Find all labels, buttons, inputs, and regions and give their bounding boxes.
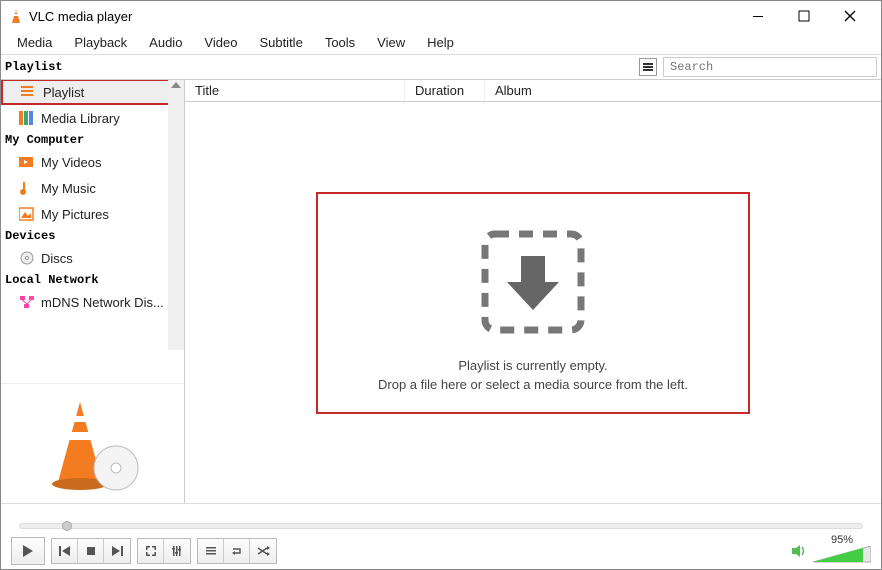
menu-help[interactable]: Help bbox=[419, 33, 462, 52]
column-duration[interactable]: Duration bbox=[405, 80, 485, 101]
sidebar-item-media-library[interactable]: Media Library bbox=[1, 105, 184, 131]
menu-audio[interactable]: Audio bbox=[141, 33, 190, 52]
sidebar-header-playlist: Playlist bbox=[1, 60, 63, 74]
drop-arrow-icon bbox=[475, 224, 591, 340]
loop-button[interactable] bbox=[224, 539, 250, 563]
stop-button[interactable] bbox=[78, 539, 104, 563]
album-art-placeholder bbox=[1, 383, 184, 503]
sidebar-item-label: My Music bbox=[41, 181, 96, 196]
playlist-header-row: Playlist bbox=[1, 55, 881, 80]
sidebar-item-label: Media Library bbox=[41, 111, 120, 126]
sidebar-item-label: My Videos bbox=[41, 155, 101, 170]
volume-slider[interactable] bbox=[813, 546, 871, 568]
sidebar-item-my-videos[interactable]: My Videos bbox=[1, 149, 184, 175]
menu-tools[interactable]: Tools bbox=[317, 33, 363, 52]
disc-icon bbox=[19, 250, 35, 266]
drop-text-1: Playlist is currently empty. bbox=[378, 358, 688, 373]
minimize-button[interactable] bbox=[735, 1, 781, 31]
fullscreen-button[interactable] bbox=[138, 539, 164, 563]
previous-button[interactable] bbox=[52, 539, 78, 563]
playlist-icon bbox=[21, 84, 37, 100]
menu-media[interactable]: Media bbox=[9, 33, 60, 52]
menu-bar: Media Playback Audio Video Subtitle Tool… bbox=[1, 31, 881, 55]
sidebar-section-my-computer: My Computer bbox=[1, 131, 184, 149]
window-title: VLC media player bbox=[29, 9, 735, 24]
sidebar-item-label: mDNS Network Dis... bbox=[41, 295, 164, 310]
playlist-dropzone[interactable]: Playlist is currently empty. Drop a file… bbox=[185, 102, 881, 503]
status-bar bbox=[1, 503, 881, 519]
sidebar-item-my-pictures[interactable]: My Pictures bbox=[1, 201, 184, 227]
title-bar: VLC media player bbox=[1, 1, 881, 31]
sidebar-item-mdns[interactable]: mDNS Network Dis... bbox=[1, 289, 184, 315]
play-button[interactable] bbox=[11, 537, 45, 565]
dropzone-box: Playlist is currently empty. Drop a file… bbox=[316, 192, 750, 414]
volume-percent: 95% bbox=[813, 534, 871, 546]
extended-settings-button[interactable] bbox=[164, 539, 190, 563]
menu-playback[interactable]: Playback bbox=[66, 33, 135, 52]
sidebar-item-my-music[interactable]: My Music bbox=[1, 175, 184, 201]
menu-subtitle[interactable]: Subtitle bbox=[251, 33, 310, 52]
seek-bar[interactable] bbox=[1, 519, 881, 533]
playlist-button[interactable] bbox=[198, 539, 224, 563]
sidebar-item-playlist[interactable]: Playlist bbox=[1, 80, 184, 105]
column-title[interactable]: Title bbox=[185, 80, 405, 101]
music-icon bbox=[19, 180, 35, 196]
media-library-icon bbox=[19, 110, 35, 126]
videos-icon bbox=[19, 154, 35, 170]
menu-video[interactable]: Video bbox=[196, 33, 245, 52]
sidebar-item-label: My Pictures bbox=[41, 207, 109, 222]
maximize-button[interactable] bbox=[781, 1, 827, 31]
speaker-icon[interactable] bbox=[791, 544, 807, 558]
shuffle-button[interactable] bbox=[250, 539, 276, 563]
sidebar-item-label: Playlist bbox=[43, 85, 84, 100]
sidebar-section-local-network: Local Network bbox=[1, 271, 184, 289]
column-album[interactable]: Album bbox=[485, 80, 881, 101]
search-input[interactable] bbox=[663, 57, 877, 77]
controls-bar: 95% bbox=[1, 533, 881, 569]
sidebar: Playlist Media Library My Computer My Vi… bbox=[1, 80, 185, 503]
drop-text-2: Drop a file here or select a media sourc… bbox=[378, 377, 688, 392]
sidebar-item-discs[interactable]: Discs bbox=[1, 245, 184, 271]
sidebar-item-label: Discs bbox=[41, 251, 73, 266]
view-mode-button[interactable] bbox=[639, 58, 657, 76]
close-button[interactable] bbox=[827, 1, 873, 31]
menu-view[interactable]: View bbox=[369, 33, 413, 52]
playlist-columns: Title Duration Album bbox=[185, 80, 881, 102]
sidebar-section-devices: Devices bbox=[1, 227, 184, 245]
vlc-cone-icon bbox=[9, 8, 23, 24]
network-icon bbox=[19, 294, 35, 310]
sidebar-scrollbar[interactable] bbox=[168, 80, 184, 350]
pictures-icon bbox=[19, 206, 35, 222]
next-button[interactable] bbox=[104, 539, 130, 563]
